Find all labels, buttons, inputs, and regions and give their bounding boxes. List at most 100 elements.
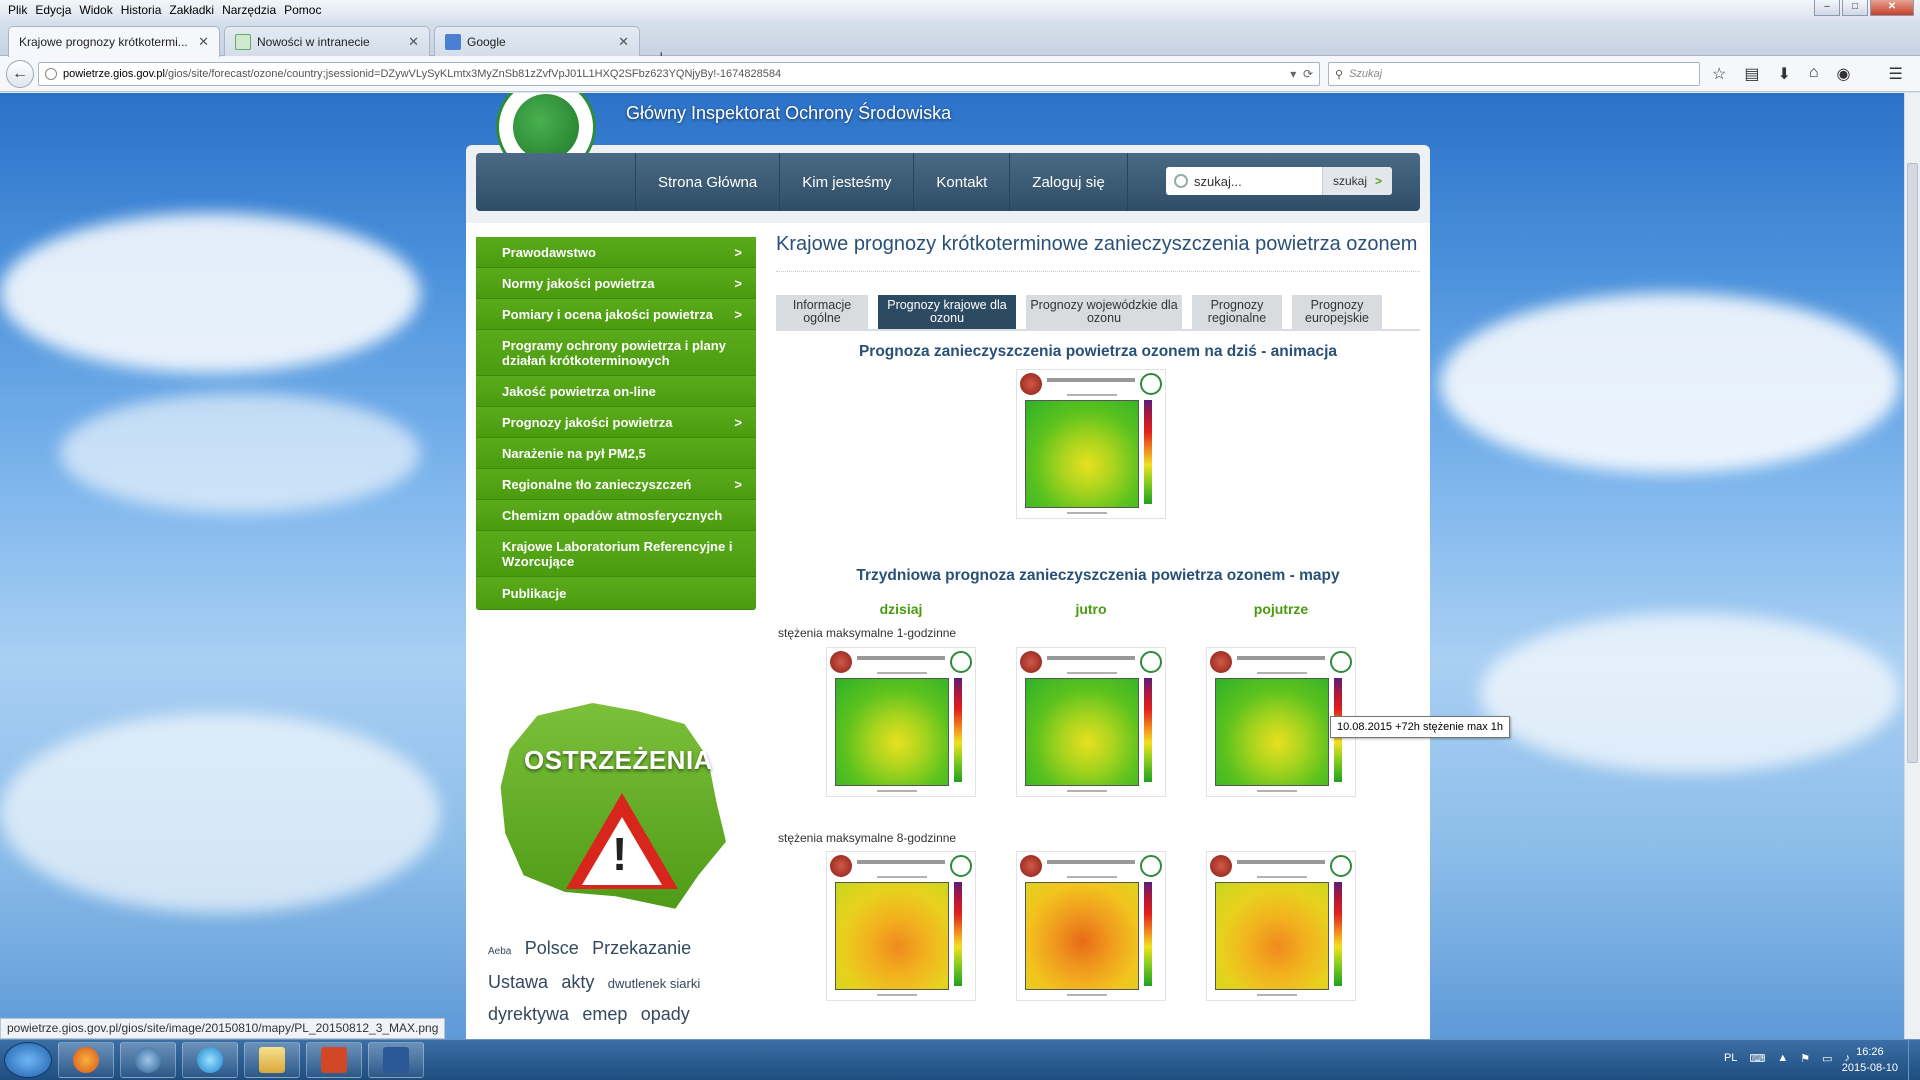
- tag-link[interactable]: Aeba: [488, 937, 511, 967]
- browser-tab-google[interactable]: Google ✕: [434, 26, 640, 56]
- browser-tab-forecast[interactable]: Krajowe prognozy krótkotermi... ✕: [8, 26, 220, 57]
- maximize-button[interactable]: □: [1842, 0, 1868, 16]
- sidebar-item-online[interactable]: Jakość powietrza on-line: [476, 376, 756, 407]
- nav-home[interactable]: Strona Główna: [636, 153, 781, 211]
- address-bar[interactable]: powietrze.gios.gov.pl/gios/site/forecast…: [38, 62, 1320, 86]
- show-hidden-icons-icon[interactable]: ▲: [1777, 1052, 1788, 1065]
- sidebar-item-regional-background[interactable]: Regionalne tło zanieczyszczeń >: [476, 469, 756, 500]
- tag-link[interactable]: akty: [561, 967, 594, 997]
- map-1h-tomorrow[interactable]: [1016, 647, 1166, 797]
- color-scale: [954, 882, 962, 986]
- map-8h-day-after[interactable]: [1206, 851, 1356, 1001]
- scrollbar-thumb[interactable]: [1907, 163, 1918, 763]
- nav-contact[interactable]: Kontakt: [914, 153, 1011, 211]
- animation-map-image[interactable]: [1016, 369, 1166, 519]
- close-tab-icon[interactable]: ✕: [198, 34, 209, 50]
- navigation-toolbar: ← powietrze.gios.gov.pl/gios/site/foreca…: [0, 56, 1920, 92]
- taskbar-firefox[interactable]: [58, 1042, 114, 1078]
- tab-european-forecasts[interactable]: Prognozy europejskie: [1292, 295, 1382, 329]
- site-search-button[interactable]: szukaj >: [1321, 167, 1392, 195]
- start-button[interactable]: [4, 1042, 52, 1078]
- gios-logo-icon: [1140, 651, 1162, 673]
- sidebar-item-pm25[interactable]: Narażenie na pył PM2,5: [476, 438, 756, 469]
- menu-tools[interactable]: Narzędzia: [218, 3, 280, 17]
- tab-voivodeship-forecasts[interactable]: Prognozy wojewódzkie dla ozonu: [1026, 295, 1182, 329]
- browser-tab-intranet[interactable]: Nowości w intranecie ✕: [224, 26, 430, 56]
- sidebar-item-programs[interactable]: Programy ochrony powietrza i plany dział…: [476, 330, 756, 376]
- tag-link[interactable]: Przekazanie: [592, 933, 691, 963]
- map-8h-today[interactable]: [826, 851, 976, 1001]
- home-icon[interactable]: ⌂: [1809, 64, 1819, 84]
- warnings-banner[interactable]: OSTRZEŻENIA !: [496, 703, 726, 923]
- minimize-button[interactable]: –: [1814, 0, 1840, 16]
- show-desktop-button[interactable]: [1908, 1040, 1920, 1080]
- map-footer: [877, 994, 917, 996]
- tag-link[interactable]: Polsce: [525, 933, 579, 963]
- tag-link[interactable]: emep: [582, 999, 627, 1029]
- background-cloud: [0, 213, 420, 373]
- taskbar-word[interactable]: [368, 1042, 424, 1078]
- sidebar-item-laboratory[interactable]: Krajowe Laboratorium Referencyjne i Wzor…: [476, 531, 756, 577]
- map-tooltip: 10.08.2015 +72h stężenie max 1h: [1330, 716, 1511, 738]
- reading-list-icon[interactable]: ▤: [1744, 64, 1759, 84]
- site-identity-icon[interactable]: [45, 68, 57, 80]
- menu-file[interactable]: Plik: [4, 3, 31, 17]
- sidebar-item-forecasts[interactable]: Prognozy jakości powietrza >: [476, 407, 756, 438]
- close-tab-icon[interactable]: ✕: [408, 34, 419, 50]
- chevron-right-icon: >: [734, 244, 742, 260]
- action-center-flag-icon[interactable]: ⚑: [1800, 1052, 1810, 1065]
- taskbar-thunderbird[interactable]: [120, 1042, 176, 1078]
- map-header: [1237, 860, 1325, 864]
- taskbar-clock[interactable]: 16:26 2015-08-10: [1842, 1044, 1898, 1076]
- map-1h-today[interactable]: [826, 647, 976, 797]
- back-button[interactable]: ←: [6, 60, 34, 88]
- sidebar-item-precipitation-chemistry[interactable]: Chemizm opadów atmosferycznych: [476, 500, 756, 531]
- reload-icon[interactable]: ▾ ⟳: [1290, 67, 1313, 81]
- taskbar-ie[interactable]: [182, 1042, 238, 1078]
- imgw-logo-icon: [1020, 373, 1042, 395]
- taskbar-explorer[interactable]: [244, 1042, 300, 1078]
- window-controls: – □ ✕: [1814, 0, 1914, 16]
- browser-search-input[interactable]: ⚲ Szukaj: [1328, 62, 1700, 86]
- powerpoint-icon: [321, 1047, 347, 1073]
- map-8h-tomorrow[interactable]: [1016, 851, 1166, 1001]
- menu-help[interactable]: Pomoc: [280, 3, 325, 17]
- menu-view[interactable]: Widok: [75, 3, 116, 17]
- sidebar-item-measurements[interactable]: Pomiary i ocena jakości powietrza >: [476, 299, 756, 330]
- tag-link[interactable]: opady: [641, 999, 690, 1029]
- map-footer: [1257, 994, 1297, 996]
- page-title: Krajowe prognozy krótkoterminowe zaniecz…: [776, 233, 1418, 255]
- keyboard-icon[interactable]: ⌨: [1749, 1052, 1765, 1065]
- taskbar-powerpoint[interactable]: [306, 1042, 362, 1078]
- language-indicator[interactable]: PL: [1724, 1052, 1737, 1065]
- tab-national-forecasts[interactable]: Prognozy krajowe dla ozonu: [878, 295, 1016, 329]
- close-tab-icon[interactable]: ✕: [618, 34, 629, 50]
- menu-bookmarks[interactable]: Zakładki: [165, 3, 218, 17]
- hamburger-menu-icon[interactable]: ☰: [1889, 64, 1903, 84]
- intranet-favicon-icon: [235, 33, 251, 50]
- sidebar-item-legislation[interactable]: Prawodawstwo >: [476, 237, 756, 268]
- site-search-input[interactable]: [1194, 173, 1314, 189]
- tag-link[interactable]: dwutlenek siarki: [608, 969, 701, 999]
- menu-history[interactable]: Historia: [117, 3, 166, 17]
- animation-section-title: Prognoza zanieczyszczenia powietrza ozon…: [858, 343, 1338, 360]
- chat-icon[interactable]: ◉: [1837, 64, 1851, 84]
- menu-edit[interactable]: Edycja: [31, 3, 75, 17]
- tab-regional-forecasts[interactable]: Prognozy regionalne: [1192, 295, 1282, 329]
- bookmark-star-icon[interactable]: ☆: [1712, 64, 1726, 84]
- gios-logo-icon: [950, 855, 972, 877]
- page-scrollbar[interactable]: [1904, 93, 1920, 1039]
- downloads-icon[interactable]: ⬇: [1777, 64, 1790, 84]
- tag-link[interactable]: dyrektywa: [488, 999, 569, 1029]
- tab-general-info[interactable]: Informacje ogólne: [776, 295, 868, 329]
- folder-icon: [259, 1047, 285, 1073]
- nav-about[interactable]: Kim jesteśmy: [780, 153, 915, 211]
- tag-link[interactable]: Ustawa: [488, 967, 548, 997]
- sidebar-item-label: Prognozy jakości powietrza: [502, 414, 673, 430]
- close-window-button[interactable]: ✕: [1870, 0, 1914, 16]
- nav-login[interactable]: Zaloguj się: [1010, 153, 1128, 211]
- network-icon[interactable]: ▭: [1822, 1052, 1832, 1065]
- sidebar-item-standards[interactable]: Normy jakości powietrza >: [476, 268, 756, 299]
- sidebar-item-publications[interactable]: Publikacje: [476, 577, 756, 610]
- system-tray: PL ⌨ ▲ ⚑ ▭ ♪: [1724, 1052, 1850, 1065]
